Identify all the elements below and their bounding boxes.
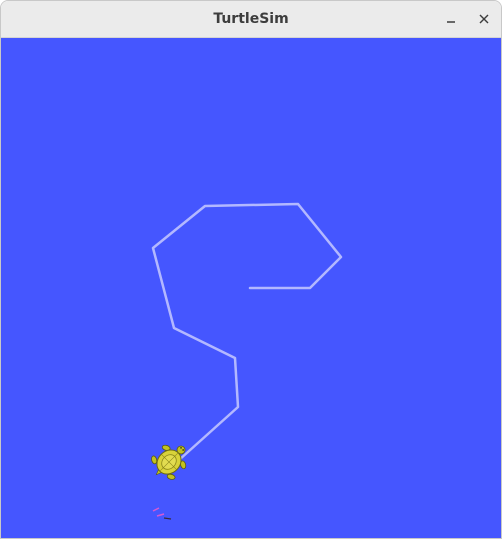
title-bar[interactable]: TurtleSim xyxy=(1,1,501,38)
turtle-icon xyxy=(151,444,187,480)
turtle-shadow-marks xyxy=(152,507,172,520)
close-icon xyxy=(479,14,489,24)
close-button[interactable] xyxy=(472,7,496,31)
pen-trail xyxy=(151,202,343,462)
turtle-canvas xyxy=(1,38,501,538)
minimize-button[interactable] xyxy=(439,7,463,31)
minimize-icon xyxy=(447,21,455,23)
turtlesim-window: TurtleSim xyxy=(0,0,502,539)
window-title: TurtleSim xyxy=(213,11,289,27)
